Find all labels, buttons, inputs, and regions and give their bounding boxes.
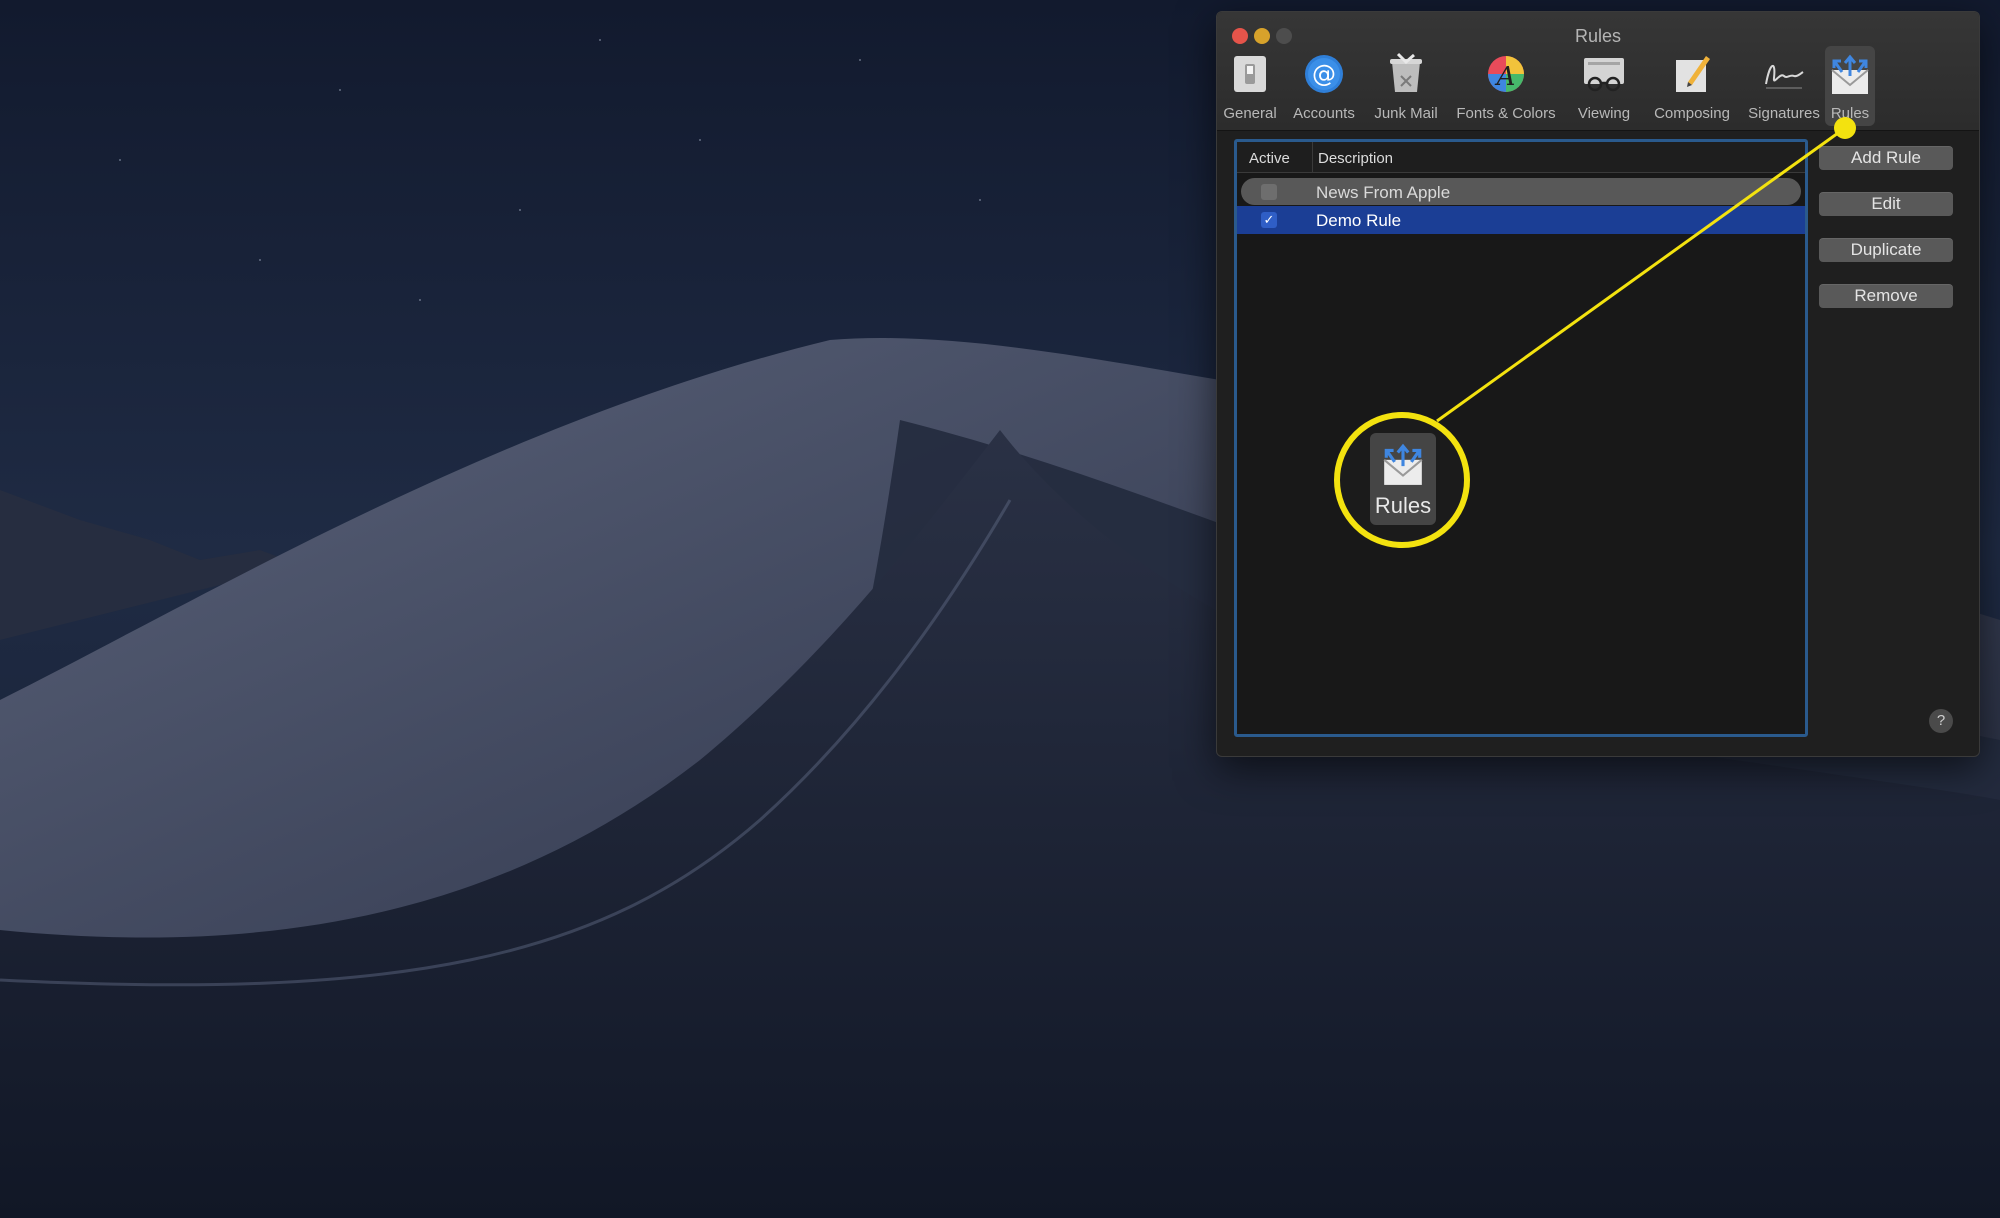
trash-can-icon [1390,52,1422,92]
toolbar-item-rules[interactable]: Rules [1825,46,1875,126]
toolbar-item-junk-mail[interactable]: Junk Mail [1369,46,1443,126]
envelope-arrows-icon [1383,443,1423,485]
toolbar-label-accounts: Accounts [1293,105,1355,122]
toolbar-label-rules: Rules [1830,105,1870,122]
duplicate-rule-button[interactable]: Duplicate [1819,238,1953,262]
active-checkbox[interactable] [1261,184,1277,200]
active-checkbox-checked[interactable]: ✓ [1261,212,1277,228]
table-row[interactable]: News From Apple [1237,178,1805,206]
help-button[interactable]: ? [1929,709,1953,733]
toolbar-label-viewing: Viewing [1577,105,1631,122]
pencil-paper-icon [1676,56,1710,92]
table-row-selected[interactable]: ✓ Demo Rule [1237,206,1805,234]
rules-table: Active Description News From Apple ✓ Dem… [1234,139,1808,737]
table-header: Active Description [1237,142,1805,173]
mail-preferences-window: Rules General @ Accounts Junk Mail A Fon… [1216,11,1980,757]
signature-icon [1765,65,1804,89]
toolbar-item-general[interactable]: General [1221,46,1279,126]
toolbar-item-fonts-colors[interactable]: A Fonts & Colors [1451,46,1561,126]
toolbar-item-composing[interactable]: Composing [1647,46,1737,126]
callout-rules-tile: Rules [1370,433,1436,525]
column-divider[interactable] [1312,142,1313,172]
svg-text:@: @ [1312,60,1336,88]
svg-text:A: A [1495,62,1516,92]
window-titlebar: Rules General @ Accounts Junk Mail A Fon… [1217,12,1979,131]
toolbar-label-composing: Composing [1654,105,1730,122]
toolbar-label-signatures: Signatures [1748,105,1820,122]
toolbar-label-junk-mail: Junk Mail [1374,105,1438,122]
glasses-icon [1584,58,1624,92]
general-switch-icon [1234,56,1266,92]
color-wheel-font-icon: A [1488,56,1524,92]
rule-description: Demo Rule [1316,211,1402,230]
toolbar-item-signatures[interactable]: Signatures [1743,46,1825,126]
at-sign-icon: @ [1305,55,1343,93]
window-title: Rules [1574,26,1622,46]
edit-rule-button[interactable]: Edit [1819,192,1953,216]
rule-description: News From Apple [1316,183,1451,202]
callout-label: Rules [1374,493,1432,518]
callout-magnifier: Rules [1334,412,1470,548]
toolbar-item-accounts[interactable]: @ Accounts [1287,46,1361,126]
toolbar-label-general: General [1223,105,1277,122]
toolbar-label-fonts-colors: Fonts & Colors [1456,105,1556,122]
add-rule-button[interactable]: Add Rule [1819,146,1953,170]
envelope-arrows-icon [1831,54,1869,94]
toolbar-item-viewing[interactable]: Viewing [1569,46,1639,126]
column-header-description[interactable]: Description [1318,150,1393,167]
column-header-active[interactable]: Active [1249,150,1290,167]
remove-rule-button[interactable]: Remove [1819,284,1953,308]
